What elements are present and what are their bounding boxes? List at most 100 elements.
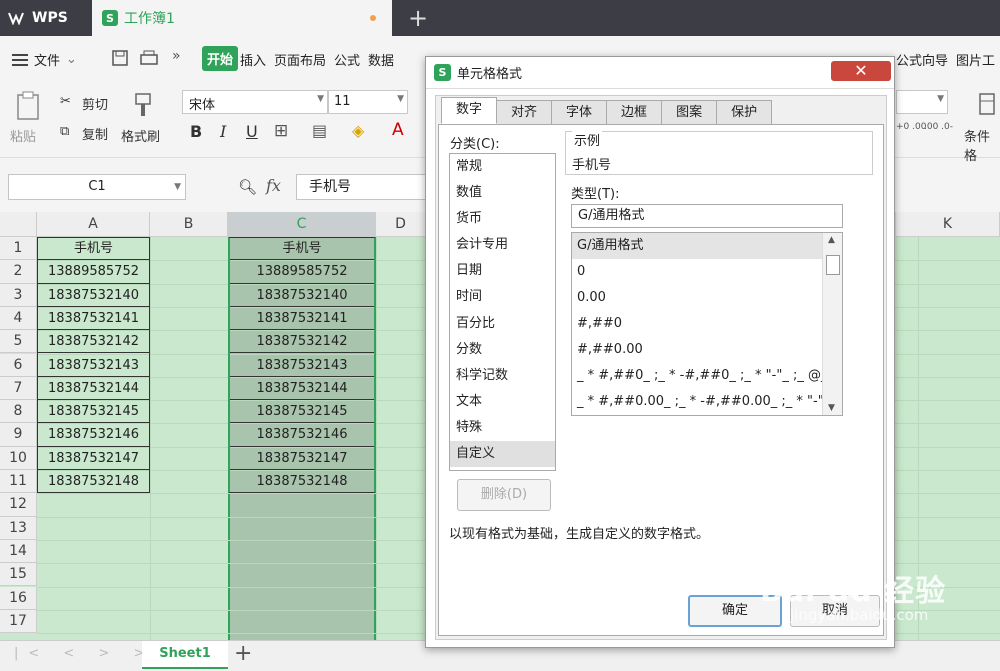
fill-color-icon[interactable]: ◈ xyxy=(352,121,364,140)
menu-insert[interactable]: 插入 xyxy=(240,50,266,69)
row-header[interactable]: 5 xyxy=(0,330,37,354)
borders-icon[interactable]: ⊞ xyxy=(274,121,288,141)
format-painter-icon[interactable] xyxy=(130,90,156,120)
category-time[interactable]: 时间 xyxy=(450,284,555,310)
close-button[interactable]: ✕ xyxy=(831,61,891,81)
category-scientific[interactable]: 科学记数 xyxy=(450,363,555,389)
column-header-a[interactable]: A xyxy=(37,212,150,237)
row-header[interactable]: 10 xyxy=(0,446,37,470)
category-number[interactable]: 数值 xyxy=(450,180,555,206)
new-tab-button[interactable]: + xyxy=(408,4,428,32)
bold-button[interactable]: B xyxy=(190,122,202,141)
format-item[interactable]: #,##0 xyxy=(572,311,822,337)
category-text[interactable]: 文本 xyxy=(450,389,555,415)
menu-formula[interactable]: 公式 xyxy=(334,50,360,69)
copy-label[interactable]: 复制 xyxy=(82,124,108,143)
row-header[interactable]: 4 xyxy=(0,306,37,331)
menu-formula-wizard[interactable]: 公式向导 xyxy=(896,50,948,69)
column-header-d[interactable]: D xyxy=(376,212,426,237)
row-header[interactable]: 11 xyxy=(0,470,37,494)
category-custom[interactable]: 自定义 xyxy=(450,441,555,468)
tab-border[interactable]: 边框 xyxy=(606,100,663,124)
format-item[interactable]: 0 xyxy=(572,259,822,285)
sheet-tab-sheet1[interactable]: Sheet1 xyxy=(142,641,228,669)
delete-button[interactable]: 删除(D) xyxy=(457,479,551,511)
decrease-decimal-icon[interactable]: .00 .0- xyxy=(924,122,953,132)
file-menu[interactable]: 文件 ⌄ xyxy=(12,50,77,69)
italic-button[interactable]: I xyxy=(220,122,226,141)
format-item[interactable]: _ * #,##0_ ;_ * -#,##0_ ;_ * "-"_ ;_ @_ xyxy=(572,363,822,389)
font-color-button[interactable]: A xyxy=(392,120,404,140)
name-box[interactable]: C1 ▼ xyxy=(8,174,186,200)
category-accounting[interactable]: 会计专用 xyxy=(450,232,555,258)
cut-label[interactable]: 剪切 xyxy=(82,94,108,113)
format-painter-label[interactable]: 格式刷 xyxy=(121,126,160,145)
row-header[interactable]: 7 xyxy=(0,376,37,401)
tab-number[interactable]: 数字 xyxy=(441,97,498,124)
select-all-corner[interactable] xyxy=(0,212,37,237)
category-list[interactable]: 常规 数值 货币 会计专用 日期 时间 百分比 分数 科学记数 文本 特殊 自定… xyxy=(449,153,556,471)
category-fraction[interactable]: 分数 xyxy=(450,337,555,363)
paste-icon[interactable] xyxy=(14,90,44,122)
row-header[interactable]: 12 xyxy=(0,493,37,517)
scroll-up-icon[interactable]: ▲ xyxy=(828,235,835,245)
type-input[interactable]: G/通用格式 xyxy=(571,204,843,228)
format-list-scrollbar[interactable]: ▲ ▼ xyxy=(822,233,842,415)
tab-alignment[interactable]: 对齐 xyxy=(496,100,553,124)
format-item[interactable]: #,##0.00 xyxy=(572,337,822,363)
format-item[interactable]: G/通用格式 xyxy=(572,233,822,259)
row-header[interactable]: 13 xyxy=(0,516,37,540)
format-list[interactable]: G/通用格式 0 0.00 #,##0 #,##0.00 _ * #,##0_ … xyxy=(571,232,843,416)
row-header[interactable]: 16 xyxy=(0,586,37,610)
wps-home-tab[interactable]: WPS xyxy=(0,0,90,36)
format-item[interactable]: _ * #,##0.00_ ;_ * -#,##0.00_ ;_ * "-"??… xyxy=(572,389,822,415)
number-format-select[interactable]: ▼ xyxy=(896,90,948,114)
category-special[interactable]: 特殊 xyxy=(450,415,555,441)
menu-data[interactable]: 数据 xyxy=(368,50,394,69)
category-percentage[interactable]: 百分比 xyxy=(450,311,555,337)
row-header[interactable]: 8 xyxy=(0,400,37,424)
zoom-search-icon[interactable]: 🔍︎ xyxy=(238,178,257,196)
paste-label[interactable]: 粘贴 xyxy=(10,126,36,145)
document-tab[interactable]: S 工作簿1 xyxy=(92,0,392,36)
category-date[interactable]: 日期 xyxy=(450,258,555,284)
font-size-select[interactable]: 11 ▼ xyxy=(328,90,408,114)
font-name-select[interactable]: 宋体 ▼ xyxy=(182,90,328,114)
tab-start[interactable]: 开始 xyxy=(202,46,239,71)
scroll-down-icon[interactable]: ▼ xyxy=(828,403,835,413)
sample-group: 示例 手机号 xyxy=(565,130,873,175)
row-header[interactable]: 6 xyxy=(0,353,37,377)
conditional-format-label[interactable]: 条件格 xyxy=(964,126,1000,164)
save-icon[interactable] xyxy=(110,48,130,68)
cell-style-icon[interactable]: ▤ xyxy=(312,121,327,140)
format-item[interactable]: 0.00 xyxy=(572,285,822,311)
formula-input[interactable]: 手机号 xyxy=(296,174,436,200)
row-header[interactable]: 14 xyxy=(0,539,37,564)
add-sheet-button[interactable]: + xyxy=(234,641,252,666)
conditional-format-icon[interactable] xyxy=(978,92,998,118)
fx-icon[interactable]: fx xyxy=(266,176,281,195)
category-currency[interactable]: 货币 xyxy=(450,206,555,232)
tab-protection[interactable]: 保护 xyxy=(716,100,773,124)
tab-font[interactable]: 字体 xyxy=(551,100,608,124)
row-header[interactable]: 17 xyxy=(0,609,37,634)
row-header[interactable]: 3 xyxy=(0,283,37,307)
menu-picture-tools[interactable]: 图片工 xyxy=(956,50,995,69)
row-header[interactable]: 1 xyxy=(0,237,37,261)
column-header-c[interactable]: C xyxy=(228,212,376,237)
print-icon[interactable] xyxy=(138,48,160,68)
scrollbar-thumb[interactable] xyxy=(826,255,840,275)
increase-decimal-icon[interactable]: +0 .00 xyxy=(896,122,926,132)
column-header-k[interactable]: K xyxy=(896,212,1000,237)
row-header[interactable]: 15 xyxy=(0,563,37,587)
more-icon[interactable]: » xyxy=(172,48,181,64)
copy-icon[interactable]: ⧉ xyxy=(60,124,69,139)
row-header[interactable]: 9 xyxy=(0,423,37,447)
tab-pattern[interactable]: 图案 xyxy=(661,100,718,124)
scissors-icon[interactable]: ✂ xyxy=(60,94,71,109)
category-general[interactable]: 常规 xyxy=(450,154,555,180)
menu-page-layout[interactable]: 页面布局 xyxy=(274,50,326,69)
underline-button[interactable]: U xyxy=(246,122,258,141)
row-header[interactable]: 2 xyxy=(0,260,37,284)
column-header-b[interactable]: B xyxy=(150,212,228,237)
